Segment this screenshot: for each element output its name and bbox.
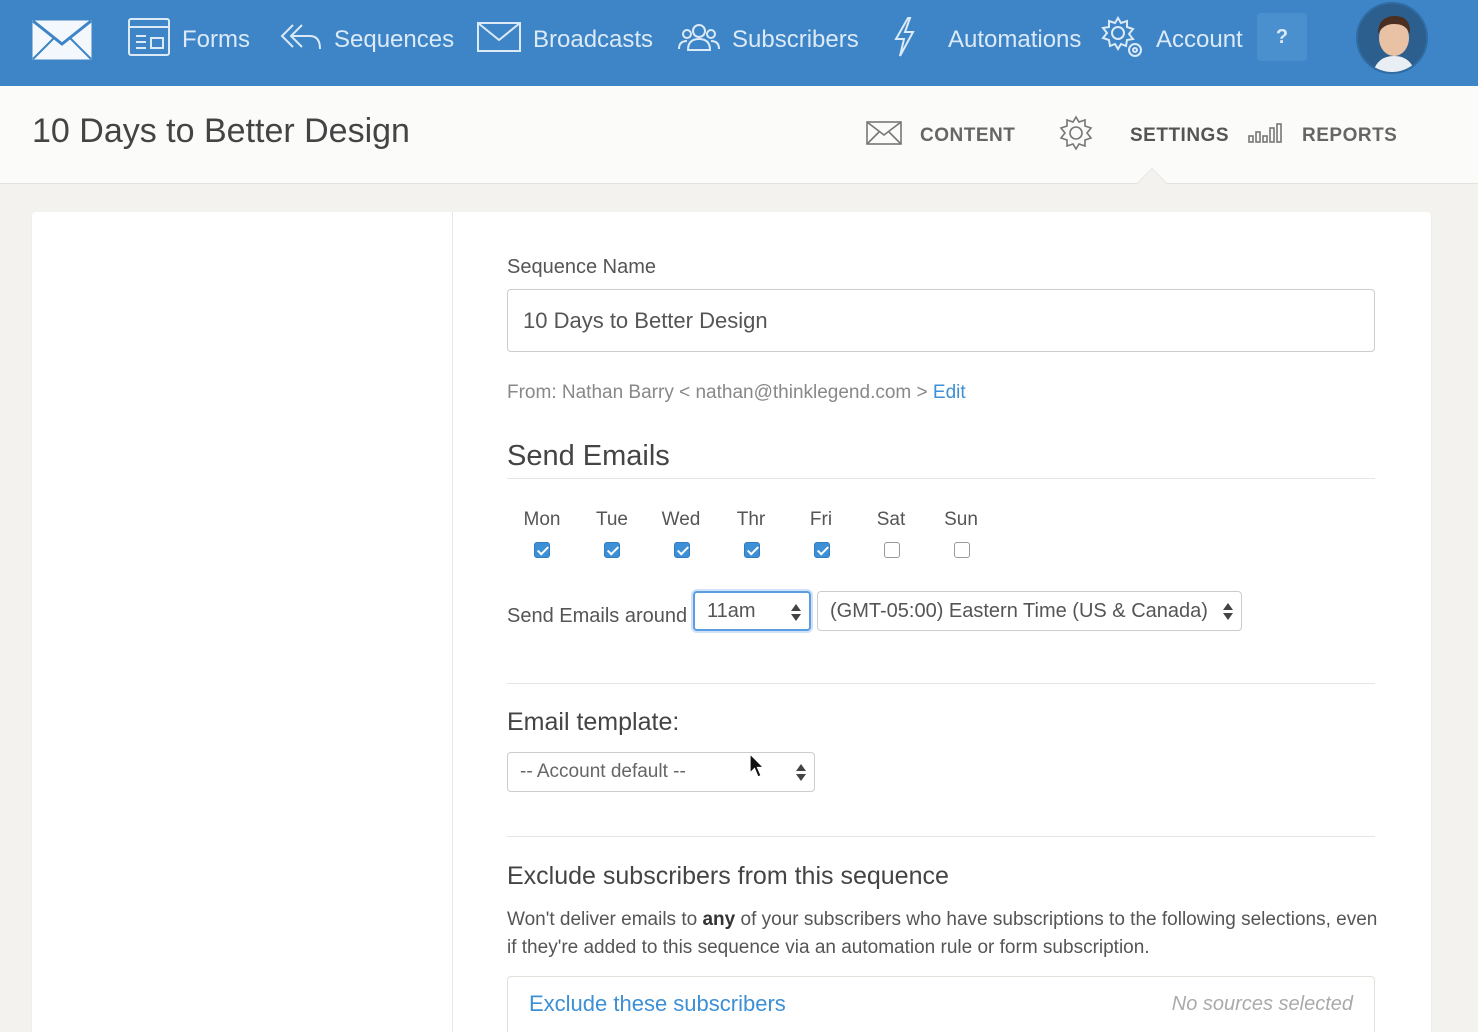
nav-item-forms[interactable]: Forms (128, 0, 250, 80)
nav-item-account[interactable]: Account (1100, 0, 1243, 80)
day-checkbox-mon[interactable] (534, 542, 550, 558)
help-button[interactable]: ? (1257, 13, 1307, 61)
tab-reports[interactable]: REPORTS (1248, 116, 1397, 156)
envelope-logo-icon[interactable] (32, 19, 92, 60)
nav-label-broadcasts: Broadcasts (533, 26, 654, 53)
card-column-divider (452, 212, 453, 1032)
send-around-label: Send Emails around (507, 605, 688, 627)
nav-item-sequences[interactable]: Sequences (280, 0, 454, 80)
select-arrows-icon (791, 603, 801, 623)
bar-chart-icon (1248, 123, 1302, 149)
nav-label-account: Account (1156, 26, 1243, 53)
exclude-description: Won't deliver emails to any of your subs… (507, 906, 1387, 962)
exclude-heading: Exclude subscribers from this sequence (507, 862, 949, 890)
day-checkbox-sun[interactable] (954, 542, 970, 558)
select-arrows-icon (1223, 602, 1233, 622)
day-label-fri: Fri (809, 509, 833, 530)
day-checkbox-wed[interactable] (674, 542, 690, 558)
exclude-desc-bold: any (702, 909, 736, 930)
avatar[interactable] (1356, 2, 1428, 74)
gear-icon (1058, 115, 1112, 157)
forms-icon (128, 17, 182, 63)
tab-content[interactable]: CONTENT (866, 116, 1015, 156)
from-address: From: Nathan Barry < nathan@thinklegend.… (507, 382, 928, 403)
day-checkbox-sat[interactable] (884, 542, 900, 558)
email-template-value: -- Account default -- (520, 761, 686, 782)
exclude-desc-pre: Won't deliver emails to (507, 909, 698, 930)
exclude-status: No sources selected (1171, 993, 1353, 1015)
nav-label-subscribers: Subscribers (732, 26, 859, 53)
edit-from-link[interactable]: Edit (933, 382, 966, 403)
day-label-mon: Mon (523, 509, 561, 530)
exclude-subscribers-link[interactable]: Exclude these subscribers (529, 991, 786, 1017)
top-navigation-bar: Forms Sequences Broadcasts Subscribers A… (0, 0, 1478, 86)
nav-label-sequences: Sequences (334, 26, 455, 53)
nav-item-automations[interactable]: Automations (892, 0, 1081, 80)
send-emails-heading: Send Emails (507, 440, 670, 472)
send-time-value: 11am (707, 599, 756, 622)
mouse-cursor-icon (749, 752, 765, 784)
nav-label-forms: Forms (182, 26, 250, 53)
day-checkbox-fri[interactable] (814, 542, 830, 558)
timezone-select[interactable]: (GMT-05:00) Eastern Time (US & Canada) (817, 591, 1242, 631)
nav-label-automations: Automations (948, 26, 1082, 53)
active-tab-indicator-fill (1137, 169, 1167, 184)
email-template-select[interactable]: -- Account default -- (507, 752, 815, 792)
page-title: 10 Days to Better Design (32, 112, 410, 150)
day-label-thr: Thr (736, 509, 766, 530)
subscribers-icon (678, 22, 732, 59)
day-label-sun: Sun (944, 509, 978, 530)
account-gear-icon (1100, 15, 1156, 66)
send-time-select[interactable]: 11am (693, 591, 811, 631)
tab-settings[interactable]: SETTINGS (1058, 115, 1230, 157)
tab-reports-label: REPORTS (1302, 125, 1398, 146)
sequences-icon (280, 22, 334, 59)
day-label-wed: Wed (661, 509, 701, 530)
section-divider (507, 683, 1375, 684)
tab-content-label: CONTENT (920, 125, 1016, 146)
day-checkbox-tue[interactable] (604, 542, 620, 558)
timezone-value: (GMT-05:00) Eastern Time (US & Canada) (830, 599, 1208, 622)
envelope-icon (866, 121, 920, 151)
nav-item-subscribers[interactable]: Subscribers (678, 0, 859, 80)
section-divider (507, 836, 1375, 837)
automations-icon (892, 16, 928, 64)
day-label-sat: Sat (876, 509, 906, 530)
from-line: From: Nathan Barry < nathan@thinklegend.… (507, 382, 966, 404)
day-checkbox-thr[interactable] (744, 542, 760, 558)
nav-item-broadcasts[interactable]: Broadcasts (477, 0, 653, 80)
select-arrows-icon (796, 763, 806, 783)
section-divider (507, 478, 1375, 479)
sequence-name-input[interactable] (507, 289, 1375, 352)
sequence-name-label: Sequence Name (507, 256, 656, 278)
exclude-sources-box: Exclude these subscribers No sources sel… (507, 976, 1375, 1032)
broadcasts-icon (477, 21, 533, 59)
day-label-tue: Tue (595, 509, 629, 530)
email-template-heading: Email template: (507, 708, 680, 736)
tab-settings-label: SETTINGS (1130, 125, 1230, 146)
